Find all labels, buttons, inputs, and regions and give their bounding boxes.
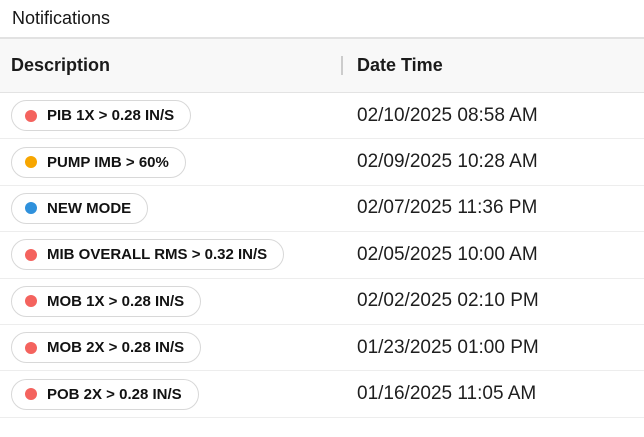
description-cell: MOB 2X > 0.28 IN/S [0,332,341,364]
table-row[interactable]: NEW MODE 02/07/2025 11:36 PM [0,185,644,233]
notification-datetime: 02/09/2025 10:28 AM [357,151,538,173]
table-row[interactable]: MOB 1X > 0.28 IN/S 02/02/2025 02:10 PM [0,278,644,325]
severity-dot-icon [25,341,37,354]
description-cell: POB 2X > 0.28 IN/S [0,378,341,410]
severity-dot-icon [25,388,37,401]
notification-datetime: 02/02/2025 02:10 PM [357,290,539,312]
column-divider [341,56,343,75]
notification-description: PUMP IMB > 60% [47,153,169,171]
notification-datetime: 01/16/2025 11:05 AM [357,383,537,405]
description-cell: PIB 1X > 0.28 IN/S [0,100,341,132]
column-header-datetime[interactable]: Date Time [341,55,644,76]
notification-badge[interactable]: NEW MODE [11,192,149,224]
description-cell: NEW MODE [0,192,341,224]
notification-description: MIB OVERALL RMS > 0.32 IN/S [47,246,268,264]
table-header: Description Date Time [0,39,644,93]
severity-dot-icon [25,109,37,122]
table-row[interactable]: POB 2X > 0.28 IN/S 01/16/2025 11:05 AM [0,371,644,418]
severity-dot-icon [25,295,37,308]
severity-dot-icon [25,248,37,261]
notification-badge[interactable]: MOB 1X > 0.28 IN/S [11,285,202,317]
page-title: Notifications [12,8,111,28]
description-cell: PUMP IMB > 60% [0,146,341,178]
notification-datetime: 02/10/2025 08:58 AM [357,104,538,126]
notification-datetime: 02/07/2025 11:36 PM [357,197,538,219]
description-cell: MOB 1X > 0.28 IN/S [0,285,341,317]
table-row[interactable]: MIB OVERALL RMS > 0.32 IN/S 02/05/2025 1… [0,232,644,279]
column-header-description[interactable]: Description [0,55,341,76]
title-bar: Notifications [0,0,644,39]
table-row[interactable]: PUMP IMB > 60% 02/09/2025 10:28 AM [0,139,644,186]
severity-dot-icon [25,202,37,215]
notification-datetime: 01/23/2025 01:00 PM [357,336,539,358]
notification-badge[interactable]: PIB 1X > 0.28 IN/S [11,100,192,132]
notification-badge[interactable]: PUMP IMB > 60% [11,146,186,178]
severity-dot-icon [25,156,37,169]
notification-datetime: 02/05/2025 10:00 AM [357,243,538,265]
notification-description: MOB 2X > 0.28 IN/S [47,339,185,357]
table-body: PIB 1X > 0.28 IN/S 02/10/2025 08:58 AM P… [0,93,644,418]
notification-description: PIB 1X > 0.28 IN/S [47,107,175,125]
table-row[interactable]: MOB 2X > 0.28 IN/S 01/23/2025 01:00 PM [0,324,644,372]
notification-badge[interactable]: POB 2X > 0.28 IN/S [11,378,199,410]
notification-description: MOB 1X > 0.28 IN/S [47,292,185,310]
table-row[interactable]: PIB 1X > 0.28 IN/S 02/10/2025 08:58 AM [0,93,644,140]
description-cell: MIB OVERALL RMS > 0.32 IN/S [0,239,341,271]
notification-badge[interactable]: MIB OVERALL RMS > 0.32 IN/S [11,239,285,271]
notification-badge[interactable]: MOB 2X > 0.28 IN/S [11,332,202,364]
notification-description: NEW MODE [47,199,132,217]
notification-description: POB 2X > 0.28 IN/S [47,385,182,403]
